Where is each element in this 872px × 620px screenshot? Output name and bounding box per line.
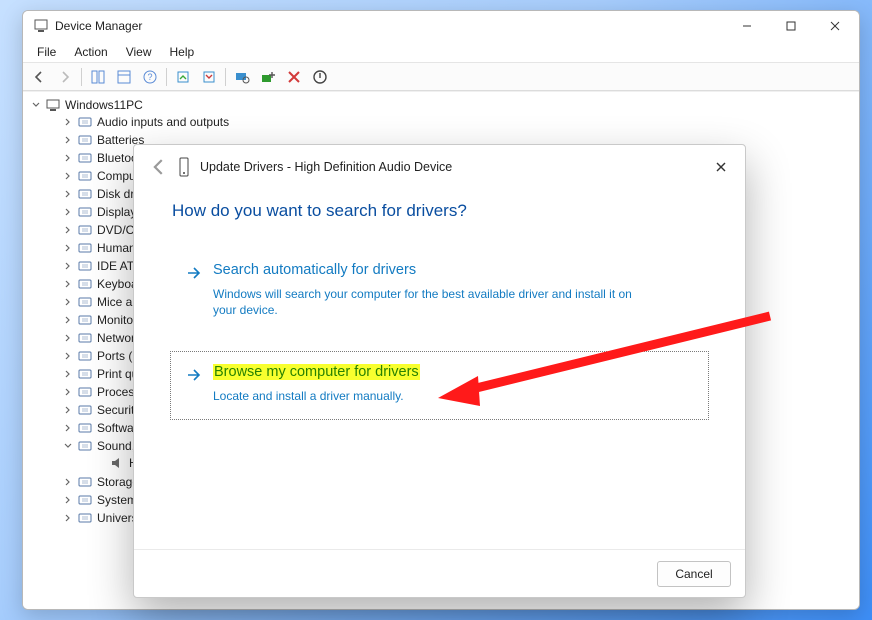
nav-forward-button[interactable] (53, 66, 77, 88)
device-category-icon (77, 168, 93, 184)
device-category-icon (77, 294, 93, 310)
uninstall-driver-icon[interactable] (197, 66, 221, 88)
dialog-footer: Cancel (134, 549, 745, 597)
device-category-icon (77, 240, 93, 256)
disable-device-icon[interactable] (282, 66, 306, 88)
expander-icon[interactable] (63, 116, 73, 126)
back-icon[interactable] (148, 156, 170, 178)
add-legacy-icon[interactable] (256, 66, 280, 88)
device-category-icon (77, 222, 93, 238)
menubar: File Action View Help (23, 41, 859, 63)
expander-icon[interactable] (63, 296, 73, 306)
menu-action[interactable]: Action (66, 43, 115, 61)
device-category-icon (77, 312, 93, 328)
expander-icon[interactable] (63, 152, 73, 162)
device-category-icon (77, 276, 93, 292)
properties-button[interactable] (112, 66, 136, 88)
computer-icon (45, 97, 61, 113)
option-browse-computer[interactable]: Browse my computer for drivers Locate an… (170, 351, 709, 419)
expander-icon[interactable] (63, 188, 73, 198)
device-category-icon (77, 492, 93, 508)
expander-icon[interactable] (63, 404, 73, 414)
device-category-icon (77, 348, 93, 364)
expander-icon[interactable] (63, 476, 73, 486)
expander-icon[interactable] (63, 332, 73, 342)
update-drivers-dialog: Update Drivers - High Definition Audio D… (133, 144, 746, 598)
arrow-right-icon (185, 366, 203, 384)
device-category-icon (77, 420, 93, 436)
option-title: Search automatically for drivers (213, 262, 416, 278)
expander-icon[interactable] (63, 224, 73, 234)
device-icon (176, 156, 192, 178)
titlebar: Device Manager (23, 11, 859, 41)
device-category-icon (77, 204, 93, 220)
audio-device-icon (109, 455, 125, 471)
option-description: Locate and install a driver manually. (213, 388, 643, 404)
expander-icon[interactable] (63, 512, 73, 522)
cancel-button[interactable]: Cancel (657, 561, 731, 587)
device-category-icon (77, 114, 93, 130)
expander-icon[interactable] (63, 422, 73, 432)
expander-icon[interactable] (63, 134, 73, 144)
expander-icon[interactable] (63, 206, 73, 216)
expander-icon[interactable] (63, 314, 73, 324)
arrow-right-icon (185, 264, 203, 282)
window-title: Device Manager (55, 19, 142, 33)
expander-icon[interactable] (63, 242, 73, 252)
expander-icon[interactable] (31, 99, 41, 109)
device-category-icon (77, 150, 93, 166)
device-category-icon (77, 510, 93, 526)
expander-icon[interactable] (63, 368, 73, 378)
scan-hardware-icon[interactable] (230, 66, 254, 88)
dialog-close-button[interactable] (707, 153, 735, 181)
option-description: Windows will search your computer for th… (213, 286, 643, 318)
device-category-icon (77, 258, 93, 274)
device-category-icon (77, 438, 93, 454)
toolbar-separator (81, 68, 82, 86)
toolbar: ? (23, 63, 859, 91)
device-category-icon (77, 402, 93, 418)
device-category-icon (77, 186, 93, 202)
maximize-button[interactable] (769, 11, 813, 41)
menu-help[interactable]: Help (162, 43, 203, 61)
expander-icon[interactable] (63, 494, 73, 504)
tree-root-label: Windows11PC (65, 98, 143, 112)
toolbar-separator (166, 68, 167, 86)
device-category-icon (77, 474, 93, 490)
expander-icon[interactable] (63, 170, 73, 180)
device-category-icon (77, 132, 93, 148)
expander-icon[interactable] (63, 386, 73, 396)
dialog-header: Update Drivers - High Definition Audio D… (134, 145, 745, 189)
toolbar-separator (225, 68, 226, 86)
expander-icon[interactable] (63, 260, 73, 270)
menu-view[interactable]: View (118, 43, 160, 61)
expander-icon[interactable] (63, 440, 73, 450)
close-window-button[interactable] (813, 11, 857, 41)
option-title: Browse my computer for drivers (213, 364, 420, 380)
expander-icon[interactable] (63, 278, 73, 288)
enable-device-icon[interactable] (308, 66, 332, 88)
update-driver-icon[interactable] (171, 66, 195, 88)
svg-text:?: ? (147, 72, 152, 82)
device-category-icon (77, 366, 93, 382)
nav-back-button[interactable] (27, 66, 51, 88)
menu-file[interactable]: File (29, 43, 64, 61)
option-search-automatically[interactable]: Search automatically for drivers Windows… (170, 249, 709, 333)
tree-node-label: Audio inputs and outputs (97, 115, 229, 129)
help-button[interactable]: ? (138, 66, 162, 88)
expander-icon[interactable] (63, 350, 73, 360)
device-category-icon (77, 330, 93, 346)
show-hide-tree-button[interactable] (86, 66, 110, 88)
tree-node[interactable]: Audio inputs and outputs (63, 113, 853, 131)
minimize-button[interactable] (725, 11, 769, 41)
dialog-heading: How do you want to search for drivers? (172, 201, 709, 221)
device-category-icon (77, 384, 93, 400)
app-icon (33, 18, 49, 34)
dialog-title: Update Drivers - High Definition Audio D… (200, 160, 452, 174)
